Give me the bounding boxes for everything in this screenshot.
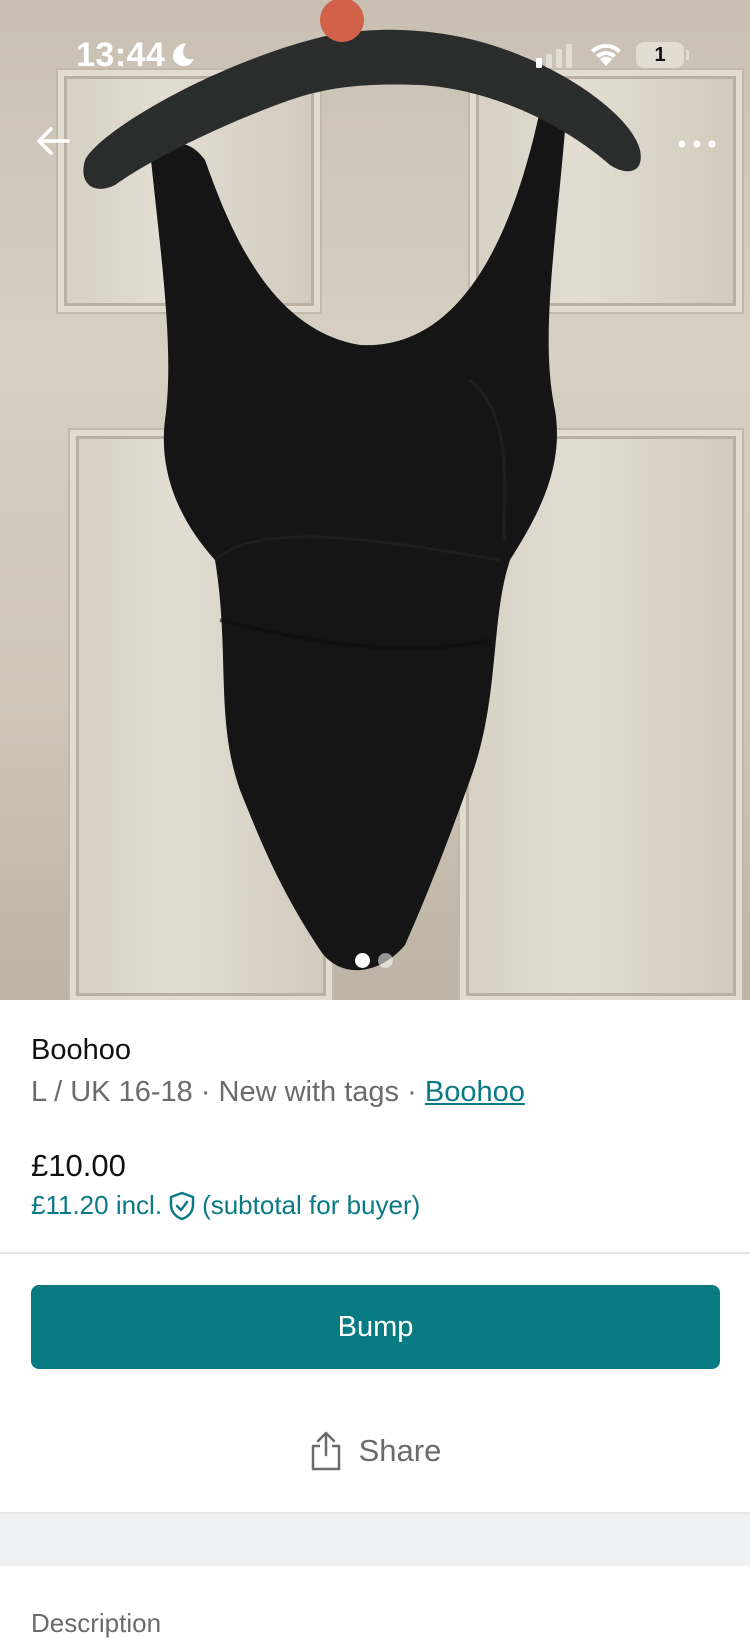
meta-separator: ·	[200, 1076, 211, 1108]
status-bar: 13:44 1	[0, 0, 750, 110]
photo-pagination	[355, 953, 393, 968]
listing-size: L / UK 16-18	[31, 1076, 193, 1108]
cellular-signal-icon	[536, 44, 572, 68]
back-button[interactable]	[30, 118, 76, 164]
photo-dot-2[interactable]	[378, 953, 393, 968]
photo-dot-1[interactable]	[355, 953, 370, 968]
product-photo[interactable]	[0, 0, 750, 1000]
arrow-left-icon	[37, 127, 70, 155]
meta-separator: ·	[407, 1076, 417, 1108]
listing-price: £10.00	[31, 1148, 126, 1183]
description-heading: Description	[31, 1608, 162, 1638]
share-label: Share	[358, 1433, 442, 1468]
listing-title: Boohoo	[31, 1034, 131, 1066]
price-incl-note: (subtotal for buyer)	[202, 1190, 421, 1220]
share-icon	[311, 1431, 340, 1471]
buyer-price-info[interactable]: £11.20 incl. (subtotal for buyer)	[31, 1190, 420, 1221]
status-time: 13:44	[76, 36, 166, 74]
battery-indicator: 1	[636, 42, 684, 68]
battery-tip	[686, 50, 689, 60]
shield-check-icon	[169, 1191, 195, 1220]
bump-button[interactable]: Bump	[31, 1285, 720, 1369]
wifi-icon	[591, 44, 621, 66]
listing-meta: L / UK 16-18 · New with tags · Boohoo	[31, 1076, 525, 1109]
more-options-button[interactable]	[672, 124, 722, 164]
price-incl-amount: £11.20 incl.	[31, 1190, 163, 1220]
moon-icon	[173, 43, 194, 66]
section-spacer	[0, 1514, 750, 1566]
brand-link[interactable]: Boohoo	[425, 1076, 525, 1108]
divider	[0, 1252, 750, 1254]
listing-condition: New with tags	[218, 1076, 400, 1108]
more-horizontal-icon	[678, 140, 716, 148]
share-button[interactable]: Share	[0, 1415, 750, 1487]
